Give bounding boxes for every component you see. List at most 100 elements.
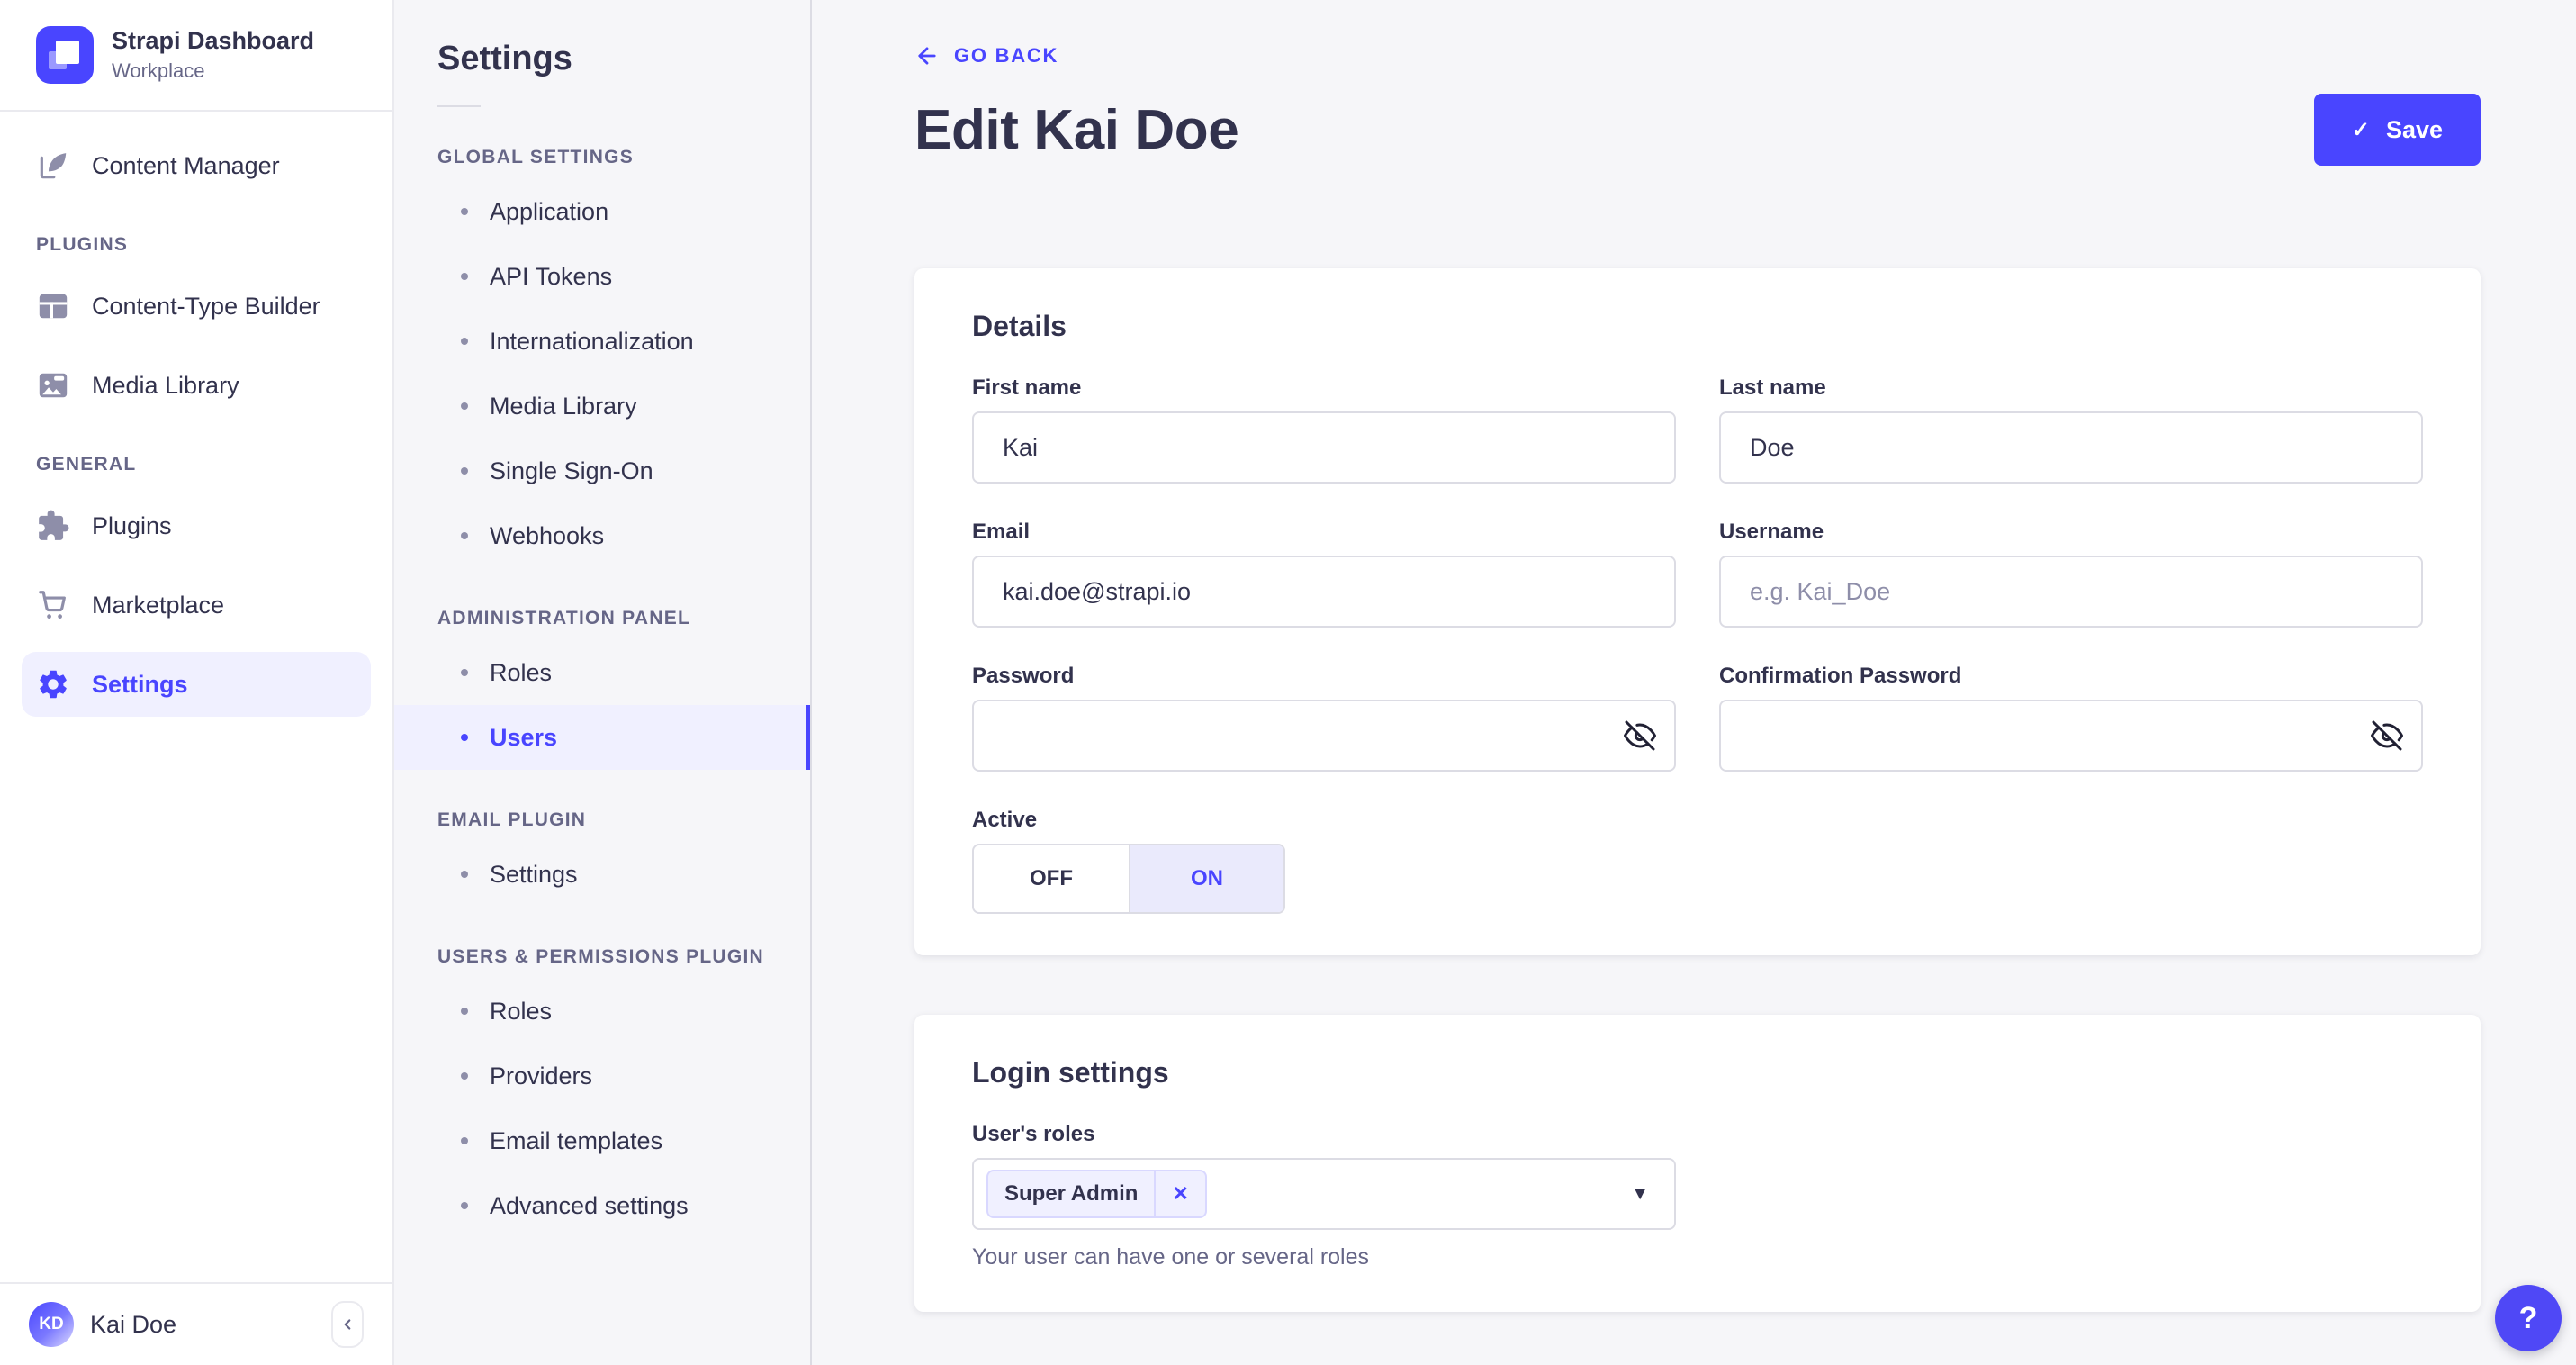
password-field: Password bbox=[972, 664, 1676, 772]
layout-icon bbox=[36, 289, 70, 323]
bullet-icon bbox=[461, 734, 468, 741]
avatar[interactable]: KD bbox=[29, 1302, 74, 1347]
subnav-section-email-plugin: EMAIL PLUGIN bbox=[394, 809, 810, 831]
cart-icon bbox=[36, 588, 70, 622]
subnav-item-label: Application bbox=[490, 198, 608, 226]
last-name-input[interactable] bbox=[1719, 411, 2423, 484]
toggle-on-button[interactable]: ON bbox=[1129, 845, 1283, 912]
subnav-item-providers[interactable]: Providers bbox=[394, 1044, 810, 1108]
subnav-item-label: Internationalization bbox=[490, 328, 694, 356]
details-card: Details First name Last name Email bbox=[914, 268, 2481, 955]
main-sidebar: Strapi Dashboard Workplace Content Manag… bbox=[0, 0, 394, 1365]
save-button[interactable]: ✓ Save bbox=[2314, 94, 2481, 166]
details-fields-grid: First name Last name Email bbox=[972, 375, 2423, 808]
sidebar-item-content-manager[interactable]: Content Manager bbox=[22, 133, 371, 198]
remove-role-icon[interactable]: ✕ bbox=[1154, 1171, 1204, 1216]
subnav-item-label: Roles bbox=[490, 659, 552, 687]
subnav-item-email-templates[interactable]: Email templates bbox=[394, 1108, 810, 1173]
roles-select[interactable]: Super Admin ✕ ▼ bbox=[972, 1158, 1676, 1230]
question-mark-icon: ? bbox=[2519, 1301, 2538, 1336]
active-toggle-block: Active OFF ON bbox=[972, 808, 2423, 914]
bullet-icon bbox=[461, 1137, 468, 1144]
save-label: Save bbox=[2386, 116, 2443, 144]
sidebar-section-plugins: PLUGINS bbox=[22, 234, 371, 256]
bullet-icon bbox=[461, 467, 468, 475]
toggle-password-visibility-button[interactable] bbox=[1624, 719, 1656, 752]
sidebar-section-general: GENERAL bbox=[22, 454, 371, 475]
bullet-icon bbox=[461, 273, 468, 280]
users-roles-label: User's roles bbox=[972, 1122, 2423, 1147]
subnav-item-admin-roles[interactable]: Roles bbox=[394, 640, 810, 705]
sidebar-item-label: Marketplace bbox=[92, 592, 224, 619]
subnav-item-label: Providers bbox=[490, 1062, 592, 1090]
subnav-item-media-library[interactable]: Media Library bbox=[394, 374, 810, 438]
bullet-icon bbox=[461, 871, 468, 878]
bullet-icon bbox=[461, 1008, 468, 1015]
subnav-item-label: Webhooks bbox=[490, 522, 604, 550]
subnav-item-email-settings[interactable]: Settings bbox=[394, 842, 810, 907]
email-label: Email bbox=[972, 520, 1676, 545]
subnav-item-advanced-settings[interactable]: Advanced settings bbox=[394, 1173, 810, 1238]
user-name: Kai Doe bbox=[90, 1311, 315, 1339]
go-back-link[interactable]: GO BACK bbox=[914, 43, 1058, 68]
sidebar-item-media-library[interactable]: Media Library bbox=[22, 353, 371, 418]
subnav-item-webhooks[interactable]: Webhooks bbox=[394, 503, 810, 568]
details-card-title: Details bbox=[972, 310, 2423, 343]
sidebar-item-label: Content-Type Builder bbox=[92, 293, 320, 321]
subnav-title: Settings bbox=[394, 0, 810, 78]
last-name-label: Last name bbox=[1719, 375, 2423, 401]
bullet-icon bbox=[461, 669, 468, 676]
last-name-field: Last name bbox=[1719, 375, 2423, 484]
sidebar-item-marketplace[interactable]: Marketplace bbox=[22, 573, 371, 637]
subnav-item-label: API Tokens bbox=[490, 263, 612, 291]
subnav-item-application[interactable]: Application bbox=[394, 179, 810, 244]
subnav-item-label: Users bbox=[490, 724, 557, 752]
bullet-icon bbox=[461, 208, 468, 215]
subnav-item-internationalization[interactable]: Internationalization bbox=[394, 309, 810, 374]
subnav-item-api-tokens[interactable]: API Tokens bbox=[394, 244, 810, 309]
workspace-titles: Strapi Dashboard Workplace bbox=[112, 26, 314, 83]
toggle-off-button[interactable]: OFF bbox=[974, 845, 1129, 912]
active-label: Active bbox=[972, 808, 2423, 833]
subnav-item-label: Settings bbox=[490, 861, 578, 889]
password-label: Password bbox=[972, 664, 1676, 689]
subnav-item-label: Single Sign-On bbox=[490, 457, 653, 485]
sidebar-item-plugins[interactable]: Plugins bbox=[22, 493, 371, 558]
sidebar-nav: Content Manager PLUGINS Content-Type Bui… bbox=[0, 112, 392, 717]
page-header: Edit Kai Doe ✓ Save bbox=[914, 94, 2481, 166]
picture-icon bbox=[36, 368, 70, 402]
check-icon: ✓ bbox=[2352, 117, 2370, 143]
subnav-item-single-sign-on[interactable]: Single Sign-On bbox=[394, 438, 810, 503]
email-input-wrap bbox=[972, 556, 1676, 628]
bullet-icon bbox=[461, 1202, 468, 1209]
confirmation-password-input[interactable] bbox=[1719, 700, 2423, 772]
confirmation-password-input-wrap bbox=[1719, 700, 2423, 772]
first-name-input[interactable] bbox=[972, 411, 1676, 484]
username-field: Username bbox=[1719, 520, 2423, 628]
confirmation-password-field: Confirmation Password bbox=[1719, 664, 2423, 772]
username-input[interactable] bbox=[1719, 556, 2423, 628]
app-title: Strapi Dashboard bbox=[112, 26, 314, 57]
sidebar-item-settings[interactable]: Settings bbox=[22, 652, 371, 717]
confirmation-password-label: Confirmation Password bbox=[1719, 664, 2423, 689]
password-input-wrap bbox=[972, 700, 1676, 772]
roles-helper-text: Your user can have one or several roles bbox=[972, 1244, 2423, 1270]
feather-pen-icon bbox=[36, 149, 70, 183]
workspace-header[interactable]: Strapi Dashboard Workplace bbox=[0, 0, 392, 112]
help-button[interactable]: ? bbox=[2495, 1285, 2562, 1351]
subnav-item-admin-users[interactable]: Users bbox=[394, 705, 810, 770]
collapse-sidebar-button[interactable] bbox=[331, 1301, 364, 1348]
subnav-divider bbox=[437, 105, 481, 107]
subnav-item-up-roles[interactable]: Roles bbox=[394, 979, 810, 1044]
puzzle-icon bbox=[36, 509, 70, 543]
email-input[interactable] bbox=[972, 556, 1676, 628]
login-settings-card: Login settings User's roles Super Admin … bbox=[914, 1015, 2481, 1312]
workspace-name: Workplace bbox=[112, 59, 314, 84]
main-content: GO BACK Edit Kai Doe ✓ Save Details Firs… bbox=[812, 0, 2576, 1365]
toggle-confirmation-password-visibility-button[interactable] bbox=[2371, 719, 2403, 752]
active-toggle: OFF ON bbox=[972, 844, 1285, 914]
first-name-field: First name bbox=[972, 375, 1676, 484]
first-name-input-wrap bbox=[972, 411, 1676, 484]
sidebar-item-content-type-builder[interactable]: Content-Type Builder bbox=[22, 274, 371, 339]
password-input[interactable] bbox=[972, 700, 1676, 772]
